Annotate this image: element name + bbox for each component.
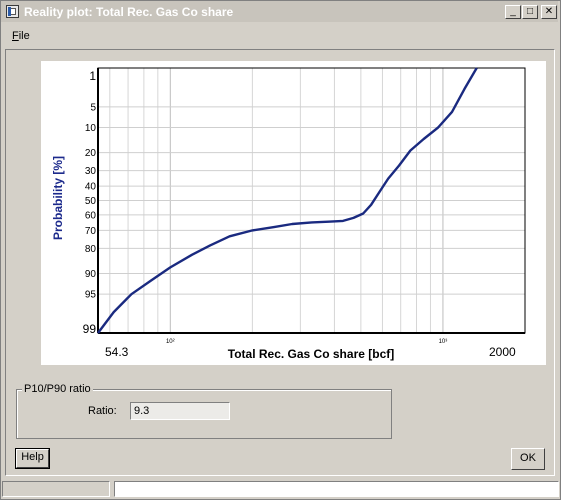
y-tick-label: 90 xyxy=(85,269,97,280)
x-minor-tick-label: 10³ xyxy=(439,339,448,345)
y-tick-label: 80 xyxy=(85,244,97,255)
window-title: Reality plot: Total Rec. Gas Co share xyxy=(24,5,234,19)
y-tick-labels: 1 5 10 20 30 40 50 60 70 80 90 95 99 xyxy=(83,69,97,336)
ratio-value-field[interactable]: 9.3 xyxy=(130,402,230,420)
close-button[interactable]: ✕ xyxy=(541,5,557,19)
menu-bar: File xyxy=(1,27,558,45)
y-tick-label: 99 xyxy=(83,322,97,336)
y-tick-label: 5 xyxy=(90,102,96,113)
title-bar[interactable]: Reality plot: Total Rec. Gas Co share _ … xyxy=(1,1,558,22)
status-pane-right xyxy=(114,481,559,497)
y-tick-label: 30 xyxy=(85,166,97,177)
y-tick-label: 1 xyxy=(89,69,96,83)
menu-file-label: ile xyxy=(18,30,30,42)
chart-panel: 1 5 10 20 30 40 50 60 70 80 90 95 99 10² 10³ Probabil… xyxy=(41,61,546,365)
y-tick-label: 50 xyxy=(85,196,97,207)
menu-file-mnemonic: F xyxy=(12,30,19,42)
probability-chart: 1 5 10 20 30 40 50 60 70 80 90 95 99 10² 10³ Probabil… xyxy=(51,67,526,361)
y-axis-label: Probability [%] xyxy=(51,156,65,240)
maximize-button[interactable]: □ xyxy=(522,5,538,19)
y-tick-label: 60 xyxy=(85,210,97,221)
x-min-label: 54.3 xyxy=(105,345,129,359)
ratio-label: Ratio: xyxy=(88,405,117,417)
x-max-label: 2000 xyxy=(489,345,516,359)
ratio-group-title: P10/P90 ratio xyxy=(22,383,93,395)
x-minor-tick-label: 10² xyxy=(166,339,175,345)
status-pane-left xyxy=(2,481,110,497)
x-minor-tick-labels: 10² 10³ xyxy=(166,339,447,345)
help-button[interactable]: Help xyxy=(15,448,50,469)
y-tick-label: 40 xyxy=(85,182,97,193)
y-tick-label: 70 xyxy=(85,226,97,237)
horizontal-gridlines xyxy=(98,106,525,295)
ok-button[interactable]: OK xyxy=(511,448,545,470)
app-icon xyxy=(6,5,19,18)
y-tick-label: 95 xyxy=(85,290,97,301)
minimize-button[interactable]: _ xyxy=(505,5,521,19)
x-axis-label: Total Rec. Gas Co share [bcf] xyxy=(228,347,394,361)
y-tick-label: 20 xyxy=(85,148,97,159)
y-tick-label: 10 xyxy=(85,123,97,134)
menu-file[interactable]: File xyxy=(12,30,30,42)
